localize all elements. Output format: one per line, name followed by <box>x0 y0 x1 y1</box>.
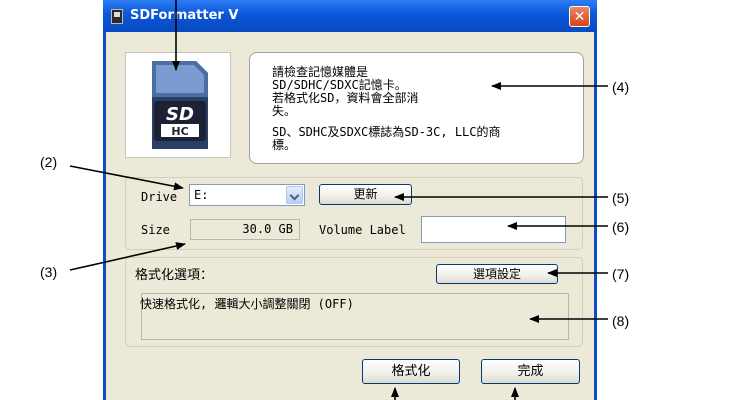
annotation-2: (2) <box>40 154 58 170</box>
annotation-5: (5) <box>612 190 630 206</box>
annotation-arrows <box>69 0 608 400</box>
annotation-4: (4) <box>612 79 630 95</box>
annotation-3: (3) <box>40 264 58 280</box>
arrow-3 <box>69 242 186 271</box>
arrow-2 <box>69 165 184 191</box>
annotation-7: (7) <box>612 266 630 282</box>
annotation-8: (8) <box>612 313 630 329</box>
annotation-6: (6) <box>612 219 630 235</box>
